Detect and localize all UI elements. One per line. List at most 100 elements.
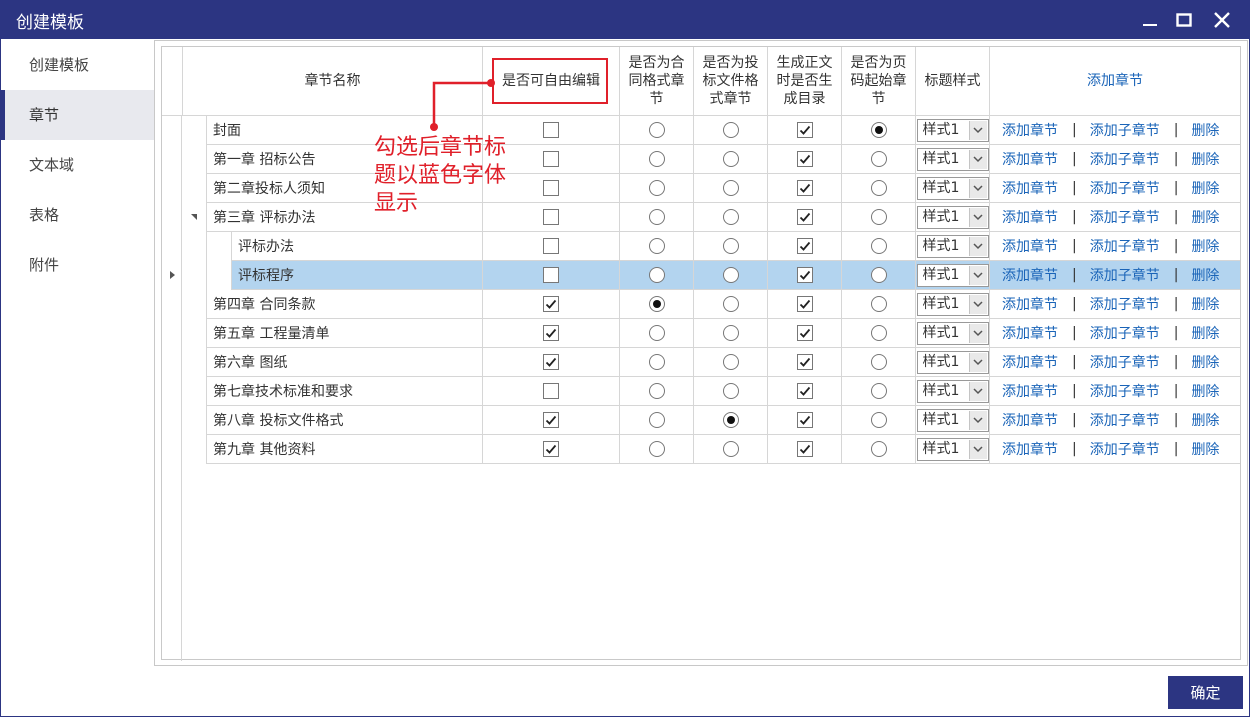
title-style-select[interactable]: 样式1 xyxy=(916,176,989,200)
dropdown-button[interactable] xyxy=(968,236,987,256)
free-edit-checkbox[interactable] xyxy=(543,354,559,370)
table-row[interactable]: 第七章技术标准和要求 样式1 添加章节 | 添加子章节 | 删除 xyxy=(162,377,1240,406)
add-chapter-link[interactable]: 添加章节 xyxy=(1002,439,1058,459)
generate-toc-checkbox[interactable] xyxy=(796,122,813,138)
dropdown-button[interactable] xyxy=(968,207,987,227)
sidebar-item-create-template[interactable]: 创建模板 xyxy=(1,40,154,90)
header-free-edit[interactable]: 是否可自由编辑 xyxy=(483,47,620,116)
delete-link[interactable]: 删除 xyxy=(1191,381,1219,401)
chapter-name-cell[interactable]: 第八章 投标文件格式 xyxy=(207,406,483,435)
contract-format-radio[interactable] xyxy=(648,296,665,312)
table-row[interactable]: 第五章 工程量清单 样式1 添加章节 | 添加子章节 | 删除 xyxy=(162,319,1240,348)
bid-format-radio[interactable] xyxy=(722,122,739,138)
add-subchapter-link[interactable]: 添加子章节 xyxy=(1090,294,1160,314)
title-style-select[interactable]: 样式1 xyxy=(916,321,989,345)
contract-format-radio[interactable] xyxy=(648,151,665,167)
title-style-select[interactable]: 样式1 xyxy=(916,118,989,142)
table-row[interactable]: 第三章 评标办法 样式1 添加章节 | 添加子章节 | 删除 xyxy=(162,203,1240,232)
add-subchapter-link[interactable]: 添加子章节 xyxy=(1090,381,1160,401)
generate-toc-checkbox[interactable] xyxy=(796,151,813,167)
contract-format-radio[interactable] xyxy=(648,412,665,428)
chapter-name-cell[interactable]: 第五章 工程量清单 xyxy=(207,319,483,348)
title-style-select[interactable]: 样式1 xyxy=(916,379,989,403)
table-row[interactable]: 第二章投标人须知 样式1 添加章节 | 添加子章节 | 删除 xyxy=(162,174,1240,203)
page-start-radio[interactable] xyxy=(870,122,887,138)
add-chapter-link[interactable]: 添加章节 xyxy=(1002,149,1058,169)
title-style-select[interactable]: 样式1 xyxy=(916,292,989,316)
delete-link[interactable]: 删除 xyxy=(1191,178,1219,198)
page-start-radio[interactable] xyxy=(870,151,887,167)
dropdown-button[interactable] xyxy=(968,323,987,343)
delete-link[interactable]: 删除 xyxy=(1191,323,1219,343)
table-row[interactable]: 封面 样式1 添加章节 | 添加子章节 | 删除 xyxy=(162,116,1240,145)
generate-toc-checkbox[interactable] xyxy=(796,412,813,428)
header-bid-format[interactable]: 是否为投标文件格式章节 xyxy=(694,47,768,116)
page-start-radio[interactable] xyxy=(870,383,887,399)
add-chapter-link[interactable]: 添加章节 xyxy=(1002,352,1058,372)
add-chapter-link[interactable]: 添加章节 xyxy=(1002,294,1058,314)
sidebar-item-attachments[interactable]: 附件 xyxy=(1,240,154,290)
contract-format-radio[interactable] xyxy=(648,122,665,138)
header-generate-toc[interactable]: 生成正文时是否生成目录 xyxy=(768,47,842,116)
free-edit-checkbox[interactable] xyxy=(543,267,559,283)
title-style-select[interactable]: 样式1 xyxy=(916,408,989,432)
free-edit-checkbox[interactable] xyxy=(543,122,559,138)
contract-format-radio[interactable] xyxy=(648,267,665,283)
header-contract-format[interactable]: 是否为合同格式章节 xyxy=(620,47,694,116)
add-subchapter-link[interactable]: 添加子章节 xyxy=(1090,352,1160,372)
page-start-radio[interactable] xyxy=(870,267,887,283)
table-row[interactable]: 第四章 合同条款 样式1 添加章节 | 添加子章节 | 删除 xyxy=(162,290,1240,319)
dropdown-button[interactable] xyxy=(968,120,987,140)
title-style-select[interactable]: 样式1 xyxy=(916,350,989,374)
dropdown-button[interactable] xyxy=(968,149,987,169)
generate-toc-checkbox[interactable] xyxy=(796,383,813,399)
page-start-radio[interactable] xyxy=(870,441,887,457)
title-style-select[interactable]: 样式1 xyxy=(916,437,989,461)
free-edit-checkbox[interactable] xyxy=(543,180,559,196)
page-start-radio[interactable] xyxy=(870,325,887,341)
add-subchapter-link[interactable]: 添加子章节 xyxy=(1090,236,1160,256)
contract-format-radio[interactable] xyxy=(648,441,665,457)
table-row[interactable]: 第一章 招标公告 样式1 添加章节 | 添加子章节 | 删除 xyxy=(162,145,1240,174)
add-subchapter-link[interactable]: 添加子章节 xyxy=(1090,207,1160,227)
chapter-name-cell[interactable]: 第六章 图纸 xyxy=(207,348,483,377)
add-subchapter-link[interactable]: 添加子章节 xyxy=(1090,323,1160,343)
sidebar-item-chapters[interactable]: 章节 xyxy=(1,90,154,140)
contract-format-radio[interactable] xyxy=(648,180,665,196)
title-style-select[interactable]: 样式1 xyxy=(916,263,989,287)
sidebar-item-tables[interactable]: 表格 xyxy=(1,190,154,240)
delete-link[interactable]: 删除 xyxy=(1191,439,1219,459)
add-subchapter-link[interactable]: 添加子章节 xyxy=(1090,120,1160,140)
header-page-start[interactable]: 是否为页码起始章节 xyxy=(842,47,916,116)
dropdown-button[interactable] xyxy=(968,265,987,285)
delete-link[interactable]: 删除 xyxy=(1191,149,1219,169)
dropdown-button[interactable] xyxy=(968,352,987,372)
bid-format-radio[interactable] xyxy=(722,325,739,341)
add-subchapter-link[interactable]: 添加子章节 xyxy=(1090,439,1160,459)
bid-format-radio[interactable] xyxy=(722,296,739,312)
generate-toc-checkbox[interactable] xyxy=(796,238,813,254)
delete-link[interactable]: 删除 xyxy=(1191,265,1219,285)
chapter-name-cell[interactable]: 评标程序 xyxy=(232,261,483,290)
generate-toc-checkbox[interactable] xyxy=(796,441,813,457)
free-edit-checkbox[interactable] xyxy=(543,151,559,167)
bid-format-radio[interactable] xyxy=(722,267,739,283)
delete-link[interactable]: 删除 xyxy=(1191,352,1219,372)
free-edit-checkbox[interactable] xyxy=(543,209,559,225)
table-row[interactable]: 第九章 其他资料 样式1 添加章节 | 添加子章节 | 删除 xyxy=(162,435,1240,464)
add-chapter-link[interactable]: 添加章节 xyxy=(1002,178,1058,198)
table-row[interactable]: 第八章 投标文件格式 样式1 添加章节 | 添加子章节 | 删除 xyxy=(162,406,1240,435)
free-edit-checkbox[interactable] xyxy=(543,238,559,254)
page-start-radio[interactable] xyxy=(870,209,887,225)
add-chapter-link[interactable]: 添加章节 xyxy=(1002,120,1058,140)
tree-expanded-icon[interactable] xyxy=(191,214,197,220)
minimize-button[interactable] xyxy=(1134,4,1166,36)
sidebar-item-text-fields[interactable]: 文本域 xyxy=(1,140,154,190)
add-chapter-link[interactable]: 添加章节 xyxy=(1002,410,1058,430)
header-add-chapter-link[interactable]: 添加章节 xyxy=(990,47,1240,116)
generate-toc-checkbox[interactable] xyxy=(796,325,813,341)
generate-toc-checkbox[interactable] xyxy=(796,267,813,283)
chapter-name-cell[interactable]: 第四章 合同条款 xyxy=(207,290,483,319)
page-start-radio[interactable] xyxy=(870,354,887,370)
table-row[interactable]: 评标程序 样式1 添加章节 | 添加子章节 | 删除 xyxy=(162,261,1240,290)
